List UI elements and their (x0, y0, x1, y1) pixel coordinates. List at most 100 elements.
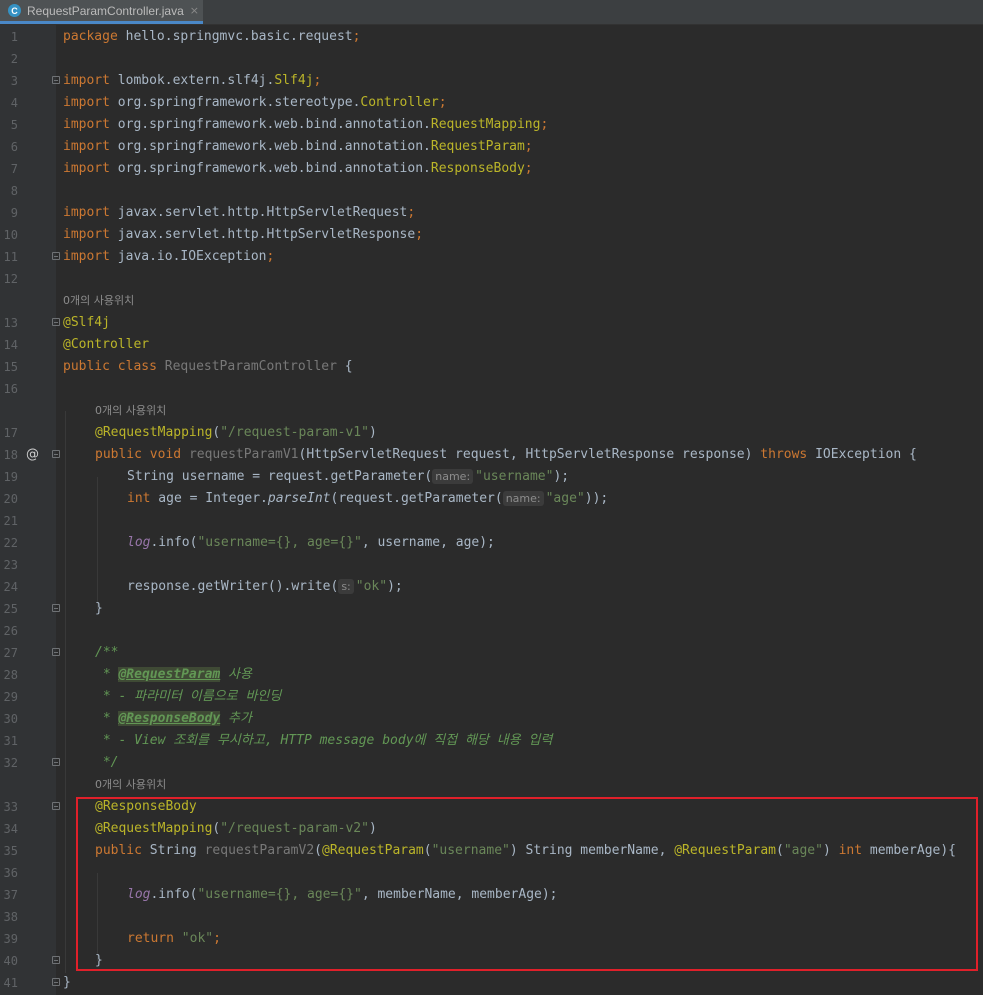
fold-icon[interactable] (52, 318, 60, 326)
code-line: 16 (0, 378, 983, 400)
keyword: import (63, 161, 110, 176)
at-sign-icon[interactable]: @ (26, 444, 39, 466)
line-number: 26 (3, 624, 18, 638)
method-call: .info( (150, 535, 198, 550)
code-line: 7 import org.springframework.web.bind.an… (0, 158, 983, 180)
code-line: 25 } (0, 598, 983, 620)
code-line: 14 @Controller (0, 334, 983, 356)
line-number: 29 (3, 690, 18, 704)
line-number: 32 (3, 756, 18, 770)
line-number: 40 (3, 954, 18, 968)
keyword: import (63, 139, 110, 154)
paren: ) (368, 425, 377, 440)
string-literal: "/request-param-v2" (220, 821, 369, 836)
doc-text: 추가 (220, 711, 252, 726)
keyword: import (63, 73, 110, 88)
doc-comment: */ (95, 755, 119, 770)
line-number: 35 (3, 844, 18, 858)
code-editor[interactable]: 1 package hello.springmvc.basic.request;… (0, 25, 983, 995)
line-number: 11 (3, 250, 18, 264)
annotation: @RequestParam (674, 843, 776, 858)
code-line: 17 @RequestMapping("/request-param-v1") (0, 422, 983, 444)
fold-icon[interactable] (52, 76, 60, 84)
code-line: 11 import java.io.IOException; (0, 246, 983, 268)
line-number: 25 (3, 602, 18, 616)
line-number: 13 (3, 316, 18, 330)
usages-hint[interactable]: 0개의 사용위치 (95, 774, 166, 796)
import-class: RequestMapping (430, 117, 541, 132)
brace: { (344, 359, 353, 374)
line-number: 12 (3, 272, 18, 286)
line-number: 38 (3, 910, 18, 924)
annotation: @ResponseBody (95, 799, 197, 814)
keyword: import (63, 117, 110, 132)
line-number: 18 (3, 448, 18, 462)
import-class: RequestParam (430, 139, 525, 154)
code-line: 24 response.getWriter().write(s: "ok"); (0, 576, 983, 598)
import-path: java.io.IOException (109, 249, 267, 264)
usages-hint[interactable]: 0개의 사용위치 (63, 290, 134, 312)
line-number: 6 (10, 140, 18, 154)
method-call: .info( (150, 887, 198, 902)
class-name: RequestParamController (164, 359, 337, 374)
fold-icon[interactable] (52, 956, 60, 964)
fold-icon[interactable] (52, 604, 60, 612)
code-line: 22 log.info("username={}, age={}", usern… (0, 532, 983, 554)
fold-icon[interactable] (52, 450, 60, 458)
code-line: 32 */ (0, 752, 983, 774)
code-line: 5 import org.springframework.web.bind.an… (0, 114, 983, 136)
code-line: 27 /** (0, 642, 983, 664)
code-line: 1 package hello.springmvc.basic.request; (0, 26, 983, 48)
line-number: 2 (10, 52, 18, 66)
param-hint: s: (338, 579, 354, 594)
statement-end: ); (387, 579, 403, 594)
code-line: 26 (0, 620, 983, 642)
fold-icon[interactable] (52, 252, 60, 260)
code-line: 9 import javax.servlet.http.HttpServletR… (0, 202, 983, 224)
statement: (request.getParameter( (330, 491, 503, 506)
method-name: requestParamV1 (188, 447, 299, 462)
brace: } (95, 953, 103, 968)
fold-icon[interactable] (52, 758, 60, 766)
string-literal: "age" (545, 491, 585, 506)
close-icon[interactable]: × (190, 4, 199, 17)
log-field: log (127, 535, 151, 550)
line-number: 39 (3, 932, 18, 946)
statement: age = Integer. (150, 491, 268, 506)
annotation: @Controller (63, 337, 150, 352)
file-tab[interactable]: C RequestParamController.java × (0, 0, 203, 24)
code-line: 13 @Slf4j (0, 312, 983, 334)
throws-rest: IOException { (807, 447, 917, 462)
doc-text: * - View 조회를 무시하고, HTTP message body에 직접… (95, 733, 553, 748)
param-hint: name: (502, 491, 544, 506)
string-literal: "/request-param-v1" (220, 425, 369, 440)
doc-star: * (95, 711, 119, 726)
semicolon: ; (407, 205, 416, 220)
line-number: 24 (3, 580, 18, 594)
fold-icon[interactable] (52, 648, 60, 656)
code-line: 4 import org.springframework.stereotype.… (0, 92, 983, 114)
string-literal: "username" (475, 469, 554, 484)
code-line: 40 } (0, 950, 983, 972)
import-path: javax.servlet.http.HttpServletRequest (109, 205, 408, 220)
fold-icon[interactable] (52, 978, 60, 986)
string-literal: "ok" (181, 931, 214, 946)
line-number: 19 (3, 470, 18, 484)
line-number: 17 (3, 426, 18, 440)
line-number: 9 (10, 206, 18, 220)
keyword: int (127, 491, 151, 506)
string-literal: "username={}, age={}" (197, 535, 362, 550)
code-line: 31 * - View 조회를 무시하고, HTTP message body에… (0, 730, 983, 752)
code-line: 2 (0, 48, 983, 70)
line-number: 16 (3, 382, 18, 396)
code-line: 15 public class RequestParamController { (0, 356, 983, 378)
param-decl: memberAge){ (862, 843, 957, 858)
usages-hint[interactable]: 0개의 사용위치 (95, 400, 166, 422)
semicolon: ; (438, 95, 447, 110)
line-number: 30 (3, 712, 18, 726)
code-line: 34 @RequestMapping("/request-param-v2") (0, 818, 983, 840)
fold-icon[interactable] (52, 802, 60, 810)
keyword: void (149, 447, 182, 462)
code-line: 8 (0, 180, 983, 202)
paren: ( (775, 843, 784, 858)
